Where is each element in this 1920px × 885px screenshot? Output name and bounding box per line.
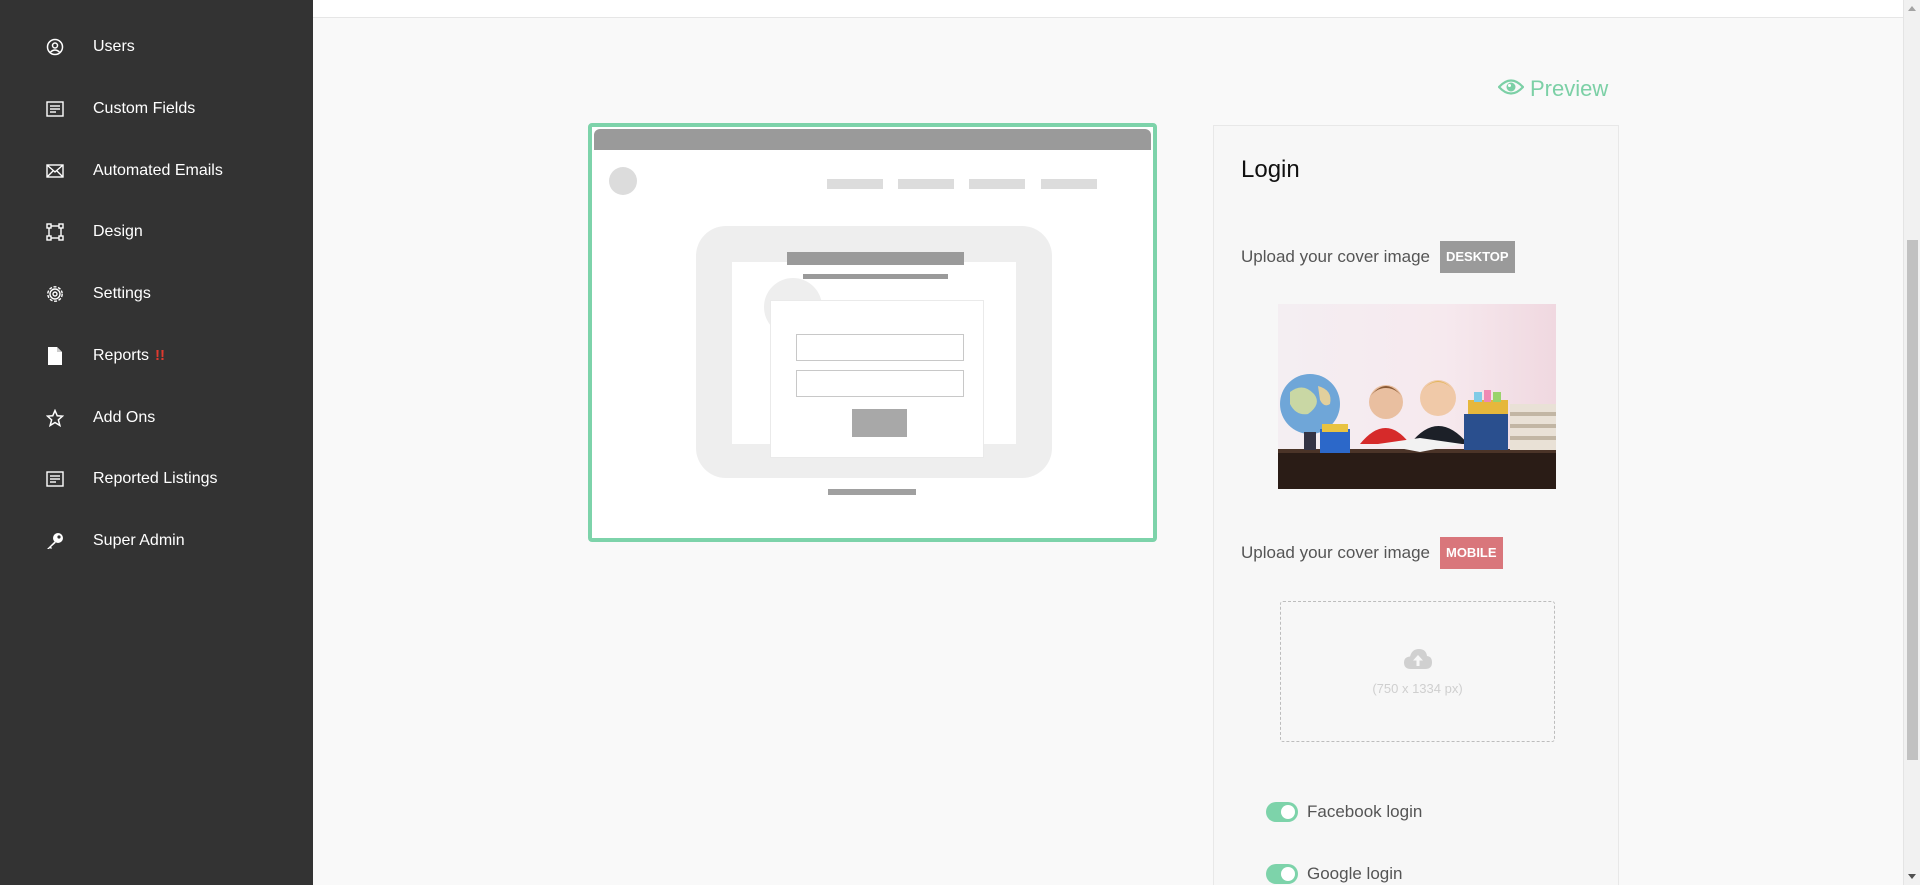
key-icon bbox=[45, 531, 65, 551]
sidebar-item-users[interactable]: Users bbox=[0, 22, 313, 72]
top-bar bbox=[313, 0, 1903, 18]
sidebar-item-custom-fields[interactable]: Custom Fields bbox=[0, 84, 313, 134]
toggle-label: Facebook login bbox=[1307, 802, 1423, 821]
template-nav-placeholder bbox=[969, 179, 1025, 189]
sidebar-item-label: Design bbox=[93, 223, 143, 240]
preview-button[interactable]: Preview bbox=[1497, 76, 1609, 102]
mobile-cover-dropzone[interactable]: (750 x 1334 px) bbox=[1280, 601, 1555, 742]
gear-icon bbox=[45, 284, 65, 304]
sidebar-item-label: Add Ons bbox=[93, 409, 156, 426]
sidebar-item-settings[interactable]: Settings bbox=[0, 269, 313, 319]
template-form-placeholder bbox=[770, 300, 984, 458]
desktop-badge: DESKTOP bbox=[1439, 241, 1515, 273]
toggle-knob bbox=[1281, 867, 1295, 881]
envelope-icon bbox=[45, 161, 65, 181]
eye-icon bbox=[1497, 76, 1530, 102]
template-field-placeholder bbox=[796, 334, 964, 361]
toggle-label: Google login bbox=[1307, 864, 1403, 883]
template-logo-placeholder bbox=[609, 167, 637, 195]
sidebar-item-label: Automated Emails bbox=[93, 162, 223, 179]
scroll-up-arrow-icon[interactable] bbox=[1908, 6, 1916, 11]
login-template-card[interactable] bbox=[588, 123, 1157, 542]
sidebar-item-label: Settings bbox=[93, 285, 151, 302]
template-button-placeholder bbox=[852, 409, 907, 437]
scroll-thumb[interactable] bbox=[1907, 240, 1918, 760]
list-form-icon bbox=[45, 99, 65, 119]
sidebar-item-reported-listings[interactable]: Reported Listings bbox=[0, 454, 313, 504]
sidebar-item-label: Reported Listings bbox=[93, 470, 218, 487]
dropzone-size-hint: (750 x 1334 px) bbox=[1372, 680, 1463, 696]
design-frame-icon bbox=[45, 222, 65, 242]
sidebar-item-label: Custom Fields bbox=[93, 100, 196, 117]
template-footer-placeholder bbox=[828, 489, 916, 495]
template-nav-placeholder bbox=[898, 179, 954, 189]
mobile-upload-label: Upload your cover image MOBILE bbox=[1241, 537, 1503, 569]
document-icon bbox=[45, 346, 65, 366]
mobile-upload-text: Upload your cover image bbox=[1241, 543, 1430, 562]
sidebar: Users Custom Fields Automated Emails Des… bbox=[0, 0, 313, 885]
template-title-placeholder bbox=[787, 252, 964, 265]
sidebar-item-label: Users bbox=[93, 38, 135, 55]
cloud-upload-icon bbox=[1403, 648, 1433, 675]
list-form-icon bbox=[45, 469, 65, 489]
template-subtitle-placeholder bbox=[803, 274, 948, 279]
sidebar-item-reports[interactable]: Reports!! bbox=[0, 331, 313, 381]
toggle-switch[interactable] bbox=[1266, 864, 1298, 884]
desktop-cover-image[interactable] bbox=[1278, 304, 1556, 489]
desktop-upload-label: Upload your cover image DESKTOP bbox=[1241, 241, 1515, 273]
sidebar-item-design[interactable]: Design bbox=[0, 207, 313, 257]
desktop-upload-text: Upload your cover image bbox=[1241, 247, 1430, 266]
sidebar-item-add-ons[interactable]: Add Ons bbox=[0, 393, 313, 443]
sidebar-item-label: Super Admin bbox=[93, 532, 185, 549]
star-icon bbox=[45, 408, 65, 428]
preview-label: Preview bbox=[1530, 76, 1609, 101]
sidebar-item-automated-emails[interactable]: Automated Emails bbox=[0, 146, 313, 196]
template-browser-header bbox=[594, 129, 1151, 150]
scroll-down-arrow-icon[interactable] bbox=[1908, 874, 1916, 879]
toggle-switch[interactable] bbox=[1266, 802, 1298, 822]
login-settings-panel: Login Upload your cover image DESKTOP Up… bbox=[1213, 125, 1619, 885]
user-circle-icon bbox=[45, 37, 65, 57]
alert-badge: !! bbox=[155, 347, 166, 364]
template-nav-placeholder bbox=[827, 179, 883, 189]
sidebar-item-label: Reports!! bbox=[93, 347, 165, 365]
toggle-knob bbox=[1281, 805, 1295, 819]
page-scrollbar[interactable] bbox=[1903, 0, 1920, 885]
template-nav-placeholder bbox=[1041, 179, 1097, 189]
google-login-toggle[interactable]: Google login bbox=[1266, 864, 1402, 884]
sidebar-item-super-admin[interactable]: Super Admin bbox=[0, 516, 313, 566]
facebook-login-toggle[interactable]: Facebook login bbox=[1266, 802, 1422, 822]
template-field-placeholder bbox=[796, 370, 964, 397]
panel-title: Login bbox=[1241, 156, 1300, 183]
sidebar-item-label-text: Reports bbox=[93, 347, 150, 364]
mobile-badge: MOBILE bbox=[1439, 537, 1503, 569]
